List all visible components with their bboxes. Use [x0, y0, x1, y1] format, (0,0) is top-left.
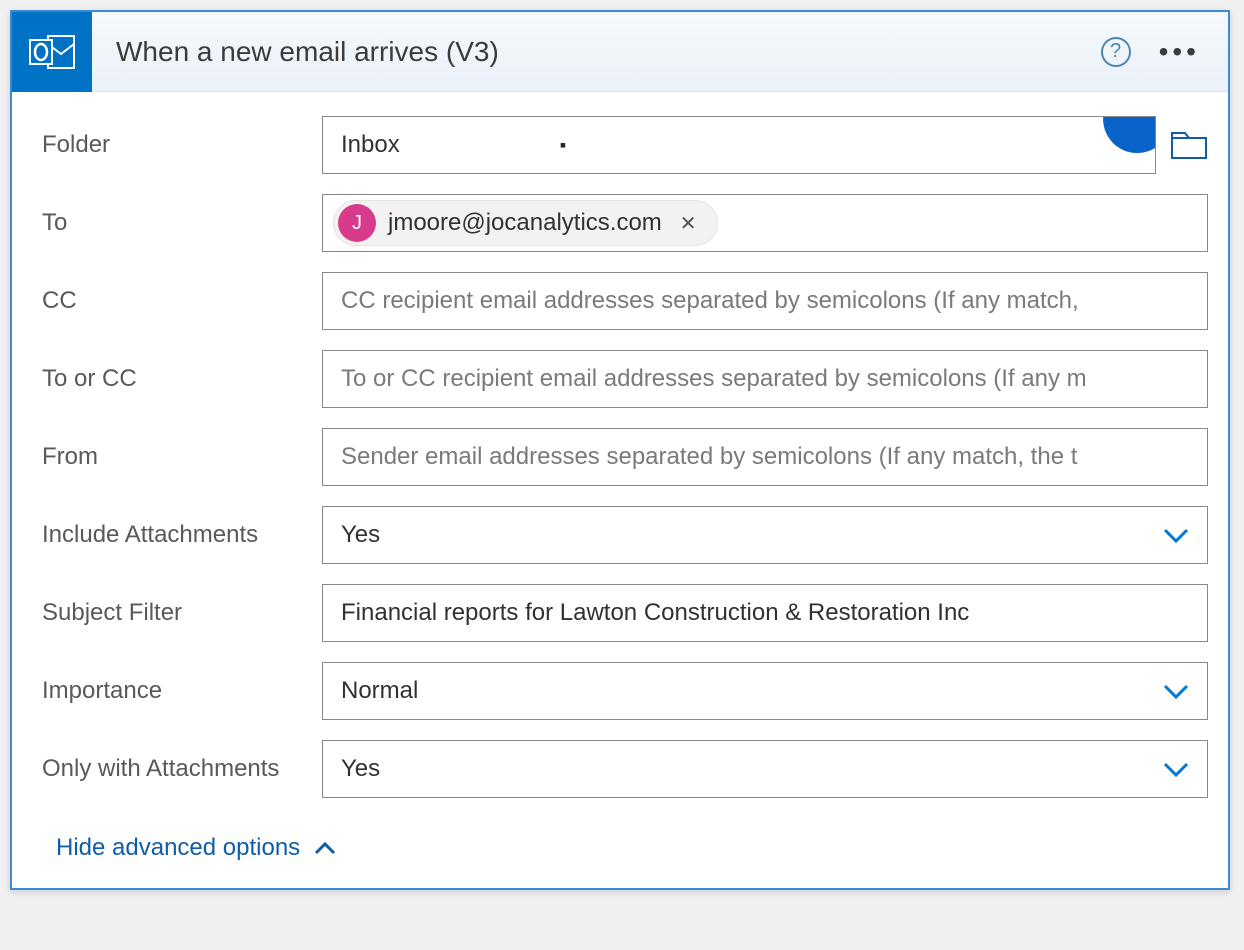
- importance-select[interactable]: Normal: [322, 662, 1208, 720]
- chevron-down-icon: [1163, 676, 1189, 707]
- label-from: From: [42, 443, 322, 471]
- more-menu-icon[interactable]: •••: [1159, 38, 1200, 66]
- row-importance: Importance Normal: [42, 662, 1208, 720]
- trigger-card: When a new email arrives (V3) ? ••• Fold…: [10, 10, 1230, 890]
- folder-input[interactable]: Inbox ▪: [322, 116, 1156, 174]
- label-to-or-cc: To or CC: [42, 365, 322, 393]
- hide-advanced-options-link[interactable]: Hide advanced options: [42, 818, 336, 868]
- row-include-attachments: Include Attachments Yes: [42, 506, 1208, 564]
- include-attachments-value: Yes: [341, 521, 380, 549]
- outlook-icon: [12, 12, 92, 92]
- cc-input[interactable]: [322, 272, 1208, 330]
- chevron-down-icon: [1163, 520, 1189, 551]
- avatar: J: [338, 204, 376, 242]
- hide-advanced-label: Hide advanced options: [56, 834, 300, 862]
- recipient-chip: J jmoore@jocanalytics.com ✕: [333, 200, 718, 246]
- folder-picker-icon[interactable]: [1170, 130, 1208, 160]
- subject-filter-input[interactable]: [322, 584, 1208, 642]
- row-subject-filter: Subject Filter: [42, 584, 1208, 642]
- label-subject-filter: Subject Filter: [42, 599, 322, 627]
- row-to: To J jmoore@jocanalytics.com ✕: [42, 194, 1208, 252]
- include-attachments-select[interactable]: Yes: [322, 506, 1208, 564]
- label-only-with-attachments: Only with Attachments: [42, 755, 322, 783]
- only-with-attachments-select[interactable]: Yes: [322, 740, 1208, 798]
- label-cc: CC: [42, 287, 322, 315]
- recipient-email: jmoore@jocanalytics.com: [388, 209, 662, 237]
- importance-value: Normal: [341, 677, 418, 705]
- row-to-or-cc: To or CC: [42, 350, 1208, 408]
- dynamic-content-drop-icon[interactable]: [1103, 116, 1156, 153]
- to-input[interactable]: J jmoore@jocanalytics.com ✕: [322, 194, 1208, 252]
- chevron-down-icon: [1163, 754, 1189, 785]
- folder-value: Inbox: [341, 131, 400, 159]
- card-header[interactable]: When a new email arrives (V3) ? •••: [12, 12, 1228, 92]
- help-icon[interactable]: ?: [1101, 37, 1131, 67]
- card-body: Folder Inbox ▪ To: [12, 92, 1228, 888]
- remove-chip-icon[interactable]: ✕: [674, 211, 703, 236]
- label-include-attachments: Include Attachments: [42, 521, 322, 549]
- label-importance: Importance: [42, 677, 322, 705]
- from-input[interactable]: [322, 428, 1208, 486]
- row-folder: Folder Inbox ▪: [42, 116, 1208, 174]
- chevron-up-icon: [314, 835, 336, 861]
- row-only-with-attachments: Only with Attachments Yes: [42, 740, 1208, 798]
- card-title: When a new email arrives (V3): [92, 36, 1101, 68]
- to-or-cc-input[interactable]: [322, 350, 1208, 408]
- row-cc: CC: [42, 272, 1208, 330]
- row-from: From: [42, 428, 1208, 486]
- only-with-attachments-value: Yes: [341, 755, 380, 783]
- label-folder: Folder: [42, 131, 322, 159]
- label-to: To: [42, 209, 322, 237]
